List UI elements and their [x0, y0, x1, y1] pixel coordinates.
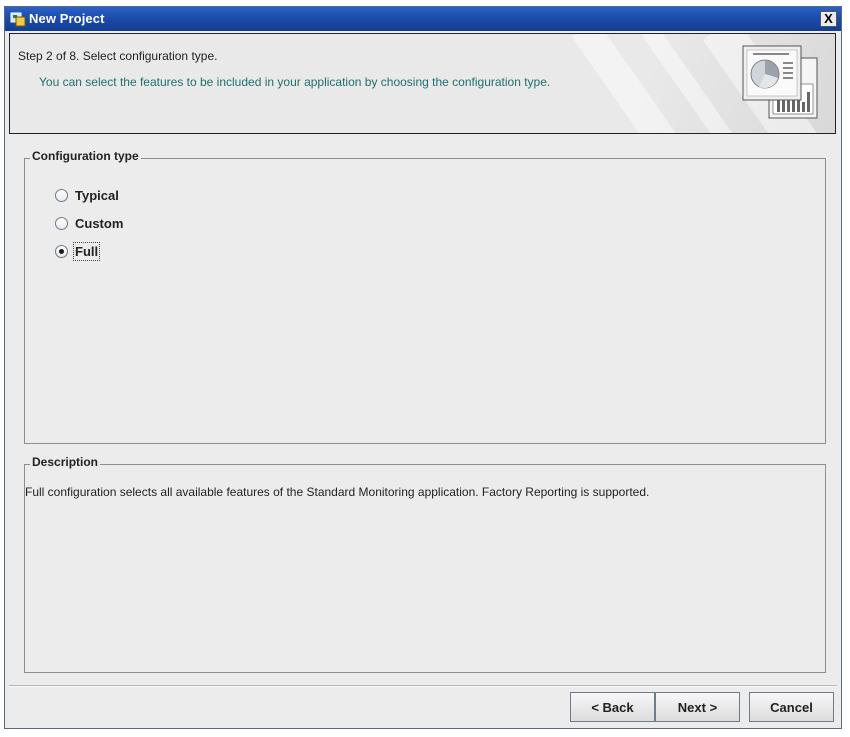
next-button[interactable]: Next > [655, 692, 740, 722]
close-button[interactable]: X [820, 11, 837, 27]
radio-full-label[interactable]: Full [72, 241, 101, 261]
radio-full[interactable]: Full [55, 241, 101, 261]
radio-typical-label[interactable]: Typical [75, 188, 119, 203]
description-text: Full configuration selects all available… [25, 485, 650, 499]
radio-typical-button[interactable] [55, 188, 68, 202]
footer-separator [9, 685, 837, 687]
app-icon [10, 12, 26, 27]
radio-typical[interactable]: Typical [55, 185, 119, 205]
report-chart-icon [742, 45, 818, 119]
close-icon: X [824, 11, 833, 26]
wizard-header: Step 2 of 8. Select configuration type. … [9, 33, 836, 134]
title-bar[interactable]: New Project X [5, 7, 841, 31]
new-project-dialog: New Project X Step 2 of 8. Select config… [4, 6, 842, 729]
step-title: Step 2 of 8. Select configuration type. [18, 49, 218, 63]
configuration-type-group: Configuration type Typical Custom Full [24, 149, 826, 444]
radio-custom-button[interactable] [55, 216, 68, 230]
back-button[interactable]: < Back [570, 692, 655, 722]
configuration-type-legend: Configuration type [30, 149, 141, 163]
radio-custom[interactable]: Custom [55, 213, 123, 233]
radio-custom-label[interactable]: Custom [75, 216, 123, 231]
radio-full-button[interactable] [55, 244, 68, 258]
cancel-button[interactable]: Cancel [749, 692, 834, 722]
window-title: New Project [29, 11, 105, 26]
description-group: Description Full configuration selects a… [24, 455, 826, 673]
description-legend: Description [30, 455, 101, 469]
step-description: You can select the features to be includ… [39, 75, 551, 89]
